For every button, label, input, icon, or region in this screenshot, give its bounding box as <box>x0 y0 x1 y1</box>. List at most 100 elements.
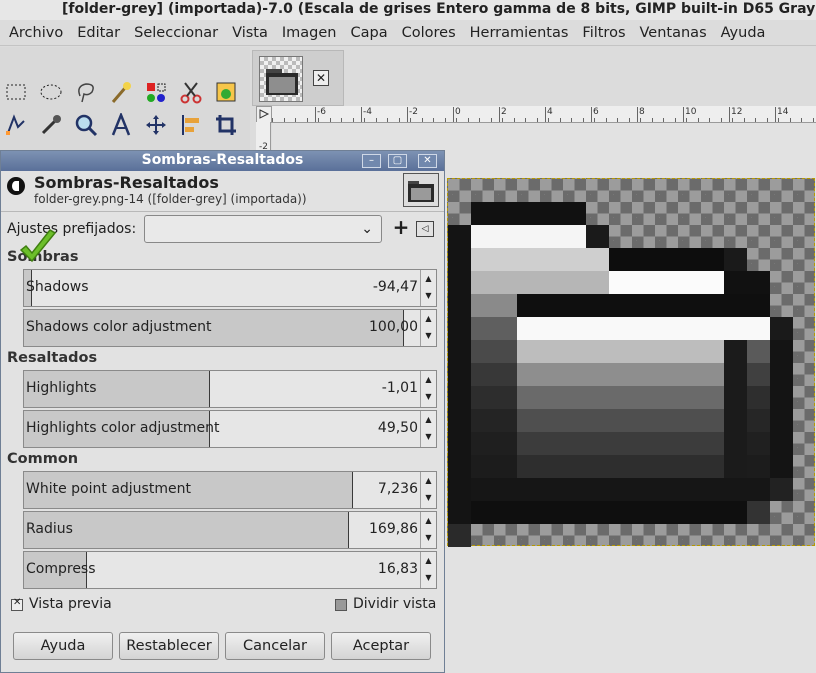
help-button[interactable]: Ayuda <box>13 632 113 660</box>
ruler-label: 0 <box>455 107 461 117</box>
ruler-minor-tick <box>445 118 446 122</box>
menubar: Archivo Editar Seleccionar Vista Imagen … <box>0 20 816 46</box>
radius-slider[interactable]: Radius 169,86 ▲ ▼ <box>23 511 437 549</box>
maximize-icon[interactable]: ▢ <box>388 154 407 168</box>
spin-buttons[interactable]: ▲ ▼ <box>420 310 436 346</box>
image-pixel-block <box>724 340 747 363</box>
ruler-minor-tick <box>790 118 791 122</box>
slider-value[interactable]: 169,86 <box>369 521 418 537</box>
menu-imagen[interactable]: Imagen <box>282 25 337 41</box>
minimize-icon[interactable]: – <box>362 154 381 168</box>
ruler-label: 6 <box>593 107 599 117</box>
menu-ventanas[interactable]: Ventanas <box>640 25 707 41</box>
free-select-icon[interactable] <box>74 80 98 104</box>
ruler-minor-tick <box>675 118 676 122</box>
ruler-tick <box>683 107 684 122</box>
ruler-minor-tick <box>755 118 756 122</box>
slider-label: White point adjustment <box>26 481 191 497</box>
slider-value[interactable]: -1,01 <box>382 380 418 396</box>
move-icon[interactable] <box>144 113 168 137</box>
ruler-minor-tick <box>433 118 434 122</box>
horizontal-ruler[interactable]: -6 -4 -2 0 2 4 6 8 10 12 14 <box>272 106 816 123</box>
image-canvas[interactable] <box>447 178 815 547</box>
highlights-slider[interactable]: Highlights -1,01 ▲ ▼ <box>23 370 437 408</box>
image-pixel-block <box>770 340 793 363</box>
split-view-checkbox[interactable] <box>335 599 347 611</box>
ruler-minor-tick <box>663 118 664 122</box>
menu-ayuda[interactable]: Ayuda <box>721 25 766 41</box>
presets-menu-icon[interactable]: ◁ <box>416 221 434 237</box>
menu-filtros[interactable]: Filtros <box>582 25 625 41</box>
ruler-minor-tick <box>778 118 779 122</box>
preview-label[interactable]: Vista previa <box>29 596 112 612</box>
shadows-slider[interactable]: Shadows -94,47 ▲ ▼ <box>23 269 437 307</box>
ruler-minor-tick <box>732 118 733 122</box>
ruler-minor-tick <box>456 118 457 122</box>
folder-icon <box>408 181 434 202</box>
compress-slider[interactable]: Compress 16,83 ▲ ▼ <box>23 551 437 589</box>
scissors-select-icon[interactable] <box>179 80 203 104</box>
highlights-color-adjustment-slider[interactable]: Highlights color adjustment 49,50 ▲ ▼ <box>23 410 437 448</box>
slider-value[interactable]: 7,236 <box>378 481 418 497</box>
slider-value[interactable]: 100,00 <box>369 319 418 335</box>
color-picker-icon[interactable] <box>39 113 63 137</box>
reset-button[interactable]: Restablecer <box>119 632 219 660</box>
ok-button[interactable]: Aceptar <box>331 632 431 660</box>
presets-combo[interactable]: ⌄ <box>144 215 382 243</box>
ruler-minor-tick <box>330 118 331 122</box>
menu-herramientas[interactable]: Herramientas <box>470 25 569 41</box>
slider-value[interactable]: 16,83 <box>378 561 418 577</box>
ruler-minor-tick <box>284 118 285 122</box>
menu-colores[interactable]: Colores <box>402 25 456 41</box>
image-pixel-block <box>770 478 793 501</box>
ruler-minor-tick <box>640 118 641 122</box>
spin-buttons[interactable]: ▲ ▼ <box>420 472 436 508</box>
add-preset-icon[interactable]: + <box>391 217 411 239</box>
menu-capa[interactable]: Capa <box>351 25 388 41</box>
slider-value[interactable]: 49,50 <box>378 420 418 436</box>
fuzzy-select-icon[interactable] <box>109 80 133 104</box>
slider-label: Shadows <box>26 279 89 295</box>
align-icon[interactable] <box>179 113 203 137</box>
menu-seleccionar[interactable]: Seleccionar <box>134 25 218 41</box>
slider-value[interactable]: -94,47 <box>373 279 418 295</box>
white-point-adjustment-slider[interactable]: White point adjustment 7,236 ▲ ▼ <box>23 471 437 509</box>
spin-buttons[interactable]: ▲ ▼ <box>420 371 436 407</box>
ruler-corner[interactable] <box>256 106 272 123</box>
image-pixel-block <box>471 432 517 455</box>
menu-archivo[interactable]: Archivo <box>9 25 63 41</box>
image-pixel-block <box>747 363 770 386</box>
spin-buttons[interactable]: ▲ ▼ <box>420 552 436 588</box>
image-pixel-block <box>747 501 770 524</box>
menu-vista[interactable]: Vista <box>232 25 268 41</box>
zoom-icon[interactable] <box>74 113 98 137</box>
slider-label: Shadows color adjustment <box>26 319 212 335</box>
measure-icon[interactable] <box>109 113 133 137</box>
spin-buttons[interactable]: ▲ ▼ <box>420 512 436 548</box>
image-pixel-block <box>517 386 724 409</box>
spin-buttons[interactable]: ▲ ▼ <box>420 411 436 447</box>
image-tab[interactable]: ✕ <box>252 50 344 106</box>
split-view-label[interactable]: Dividir vista <box>353 596 436 612</box>
ruler-label: 12 <box>731 107 743 117</box>
close-icon[interactable]: ✕ <box>418 154 437 168</box>
close-tab-icon[interactable]: ✕ <box>313 70 329 86</box>
paths-icon[interactable] <box>4 113 28 137</box>
shadows-color-adjustment-slider[interactable]: Shadows color adjustment 100,00 ▲ ▼ <box>23 309 437 347</box>
cancel-button[interactable]: Cancelar <box>225 632 325 660</box>
image-pixel-block <box>747 340 770 363</box>
image-pixel-block <box>724 271 770 294</box>
section-highlights: Resaltados <box>7 350 98 366</box>
ellipse-select-icon[interactable] <box>39 80 63 104</box>
select-by-color-icon[interactable] <box>144 80 168 104</box>
ruler-minor-tick <box>801 118 802 122</box>
image-pixel-block <box>517 294 770 317</box>
crop-icon[interactable] <box>214 113 238 137</box>
menu-editar[interactable]: Editar <box>77 25 120 41</box>
foreground-select-icon[interactable] <box>214 80 238 104</box>
spin-buttons[interactable]: ▲ ▼ <box>420 270 436 306</box>
preview-checkbox[interactable] <box>11 597 23 611</box>
image-pixel-block <box>747 432 770 455</box>
ruler-label: 10 <box>685 107 697 117</box>
rect-select-icon[interactable] <box>4 80 28 104</box>
